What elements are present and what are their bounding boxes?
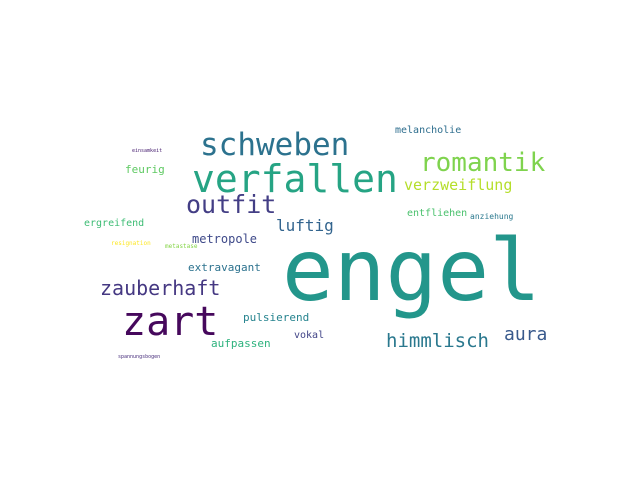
- word-pulsierend: pulsierend: [243, 311, 310, 324]
- word-metastase: metastase: [165, 243, 198, 250]
- word-ergreifend: ergreifend: [84, 218, 145, 229]
- word-feurig: feurig: [125, 163, 165, 176]
- word-zart: zart: [122, 299, 219, 345]
- word-cloud: engel verfallen zart schweben romantik o…: [80, 120, 560, 360]
- word-zauberhaft: zauberhaft: [100, 276, 221, 300]
- word-luftig: luftig: [276, 216, 334, 235]
- word-anziehung: anziehung: [470, 212, 514, 221]
- word-verzweiflung: verzweiflung: [404, 176, 513, 194]
- word-outfit: outfit: [186, 190, 277, 219]
- word-metropole: metropole: [192, 232, 258, 246]
- word-melancholie: melancholie: [395, 125, 462, 136]
- word-cloud-canvas: engel verfallen zart schweben romantik o…: [0, 0, 640, 480]
- word-einsamkeit: einsamkeit: [132, 148, 163, 154]
- word-schweben: schweben: [200, 127, 350, 163]
- word-aura: aura: [504, 324, 548, 345]
- word-resignation: resignation: [111, 240, 151, 247]
- word-engel: engel: [282, 221, 541, 321]
- word-aufpassen: aufpassen: [211, 337, 271, 350]
- word-extravagant: extravagant: [188, 261, 261, 274]
- word-vokal: vokal: [294, 330, 325, 341]
- word-spannungsbogen: spannungsbogen: [118, 354, 161, 360]
- word-entfliehen: entfliehen: [407, 208, 468, 219]
- word-romantik: romantik: [420, 148, 546, 178]
- word-himmlisch: himmlisch: [386, 330, 489, 352]
